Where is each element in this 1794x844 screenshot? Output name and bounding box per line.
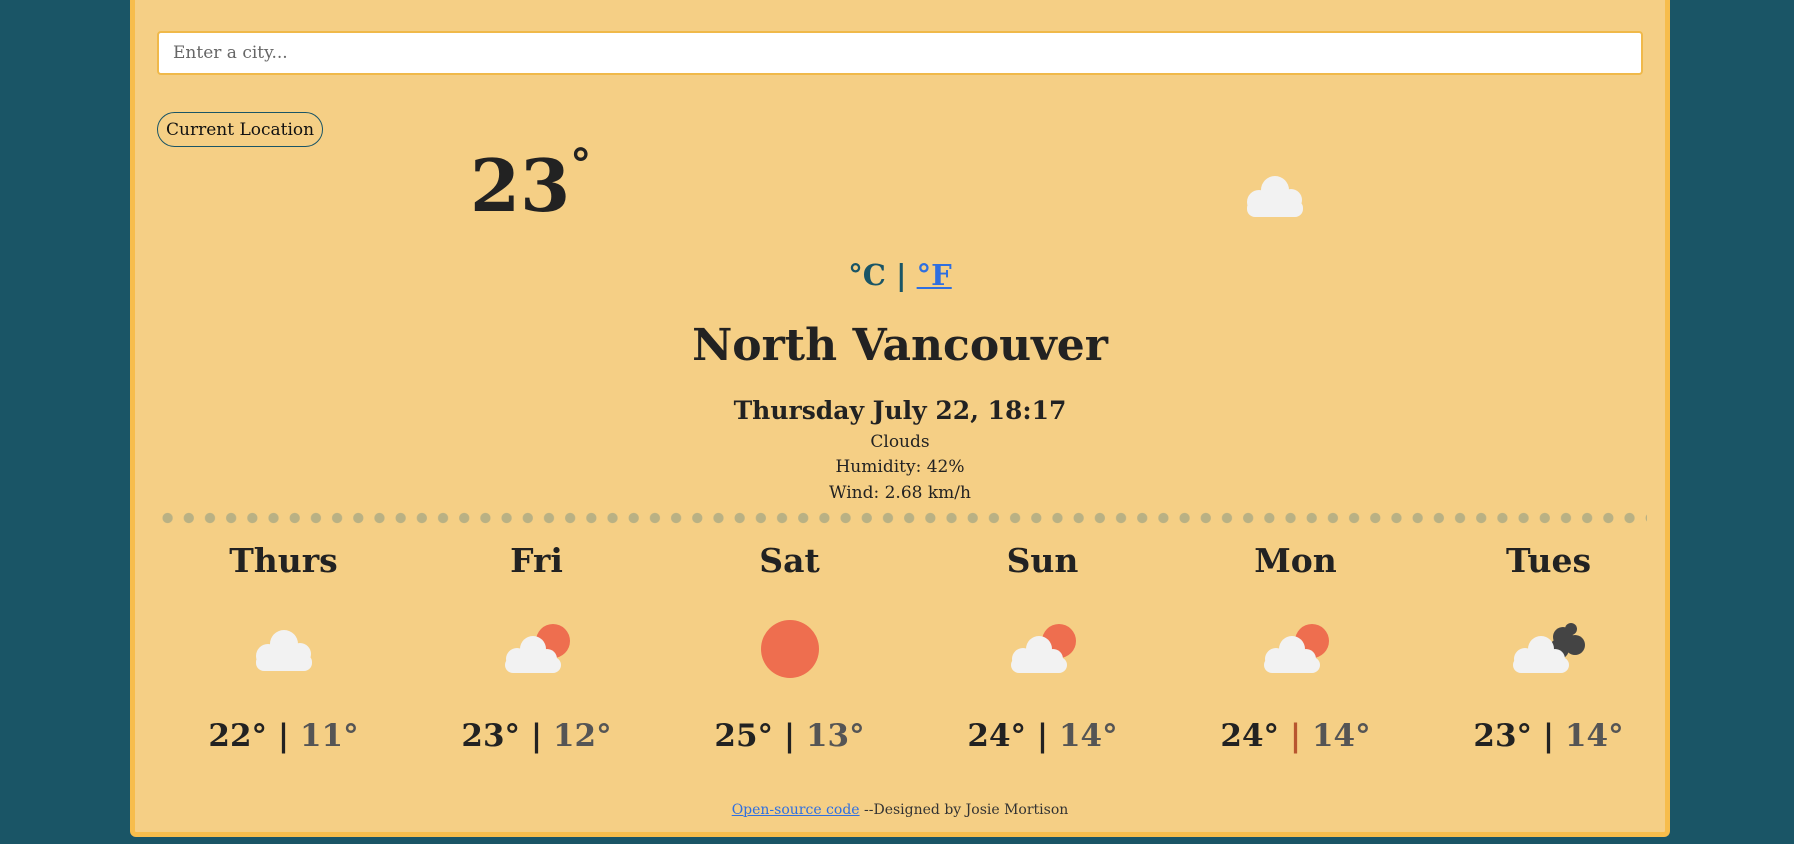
- city-search-input[interactable]: [157, 31, 1643, 75]
- forecast-low: 11°: [299, 718, 359, 754]
- cloud-icon: [157, 604, 410, 694]
- temp-separator: |: [1289, 718, 1302, 754]
- weather-description: Clouds: [870, 432, 930, 452]
- forecast-day: Mon 24° | 14°: [1169, 538, 1422, 754]
- forecast-high: 24°: [1220, 718, 1280, 754]
- temp-separator: |: [783, 718, 796, 754]
- forecast-low: 14°: [1564, 718, 1624, 754]
- temp-separator: |: [1542, 718, 1555, 754]
- forecast-high: 22°: [208, 718, 268, 754]
- forecast-temps: 24° | 14°: [916, 718, 1169, 754]
- forecast-temps: 25° | 13°: [663, 718, 916, 754]
- forecast-day-name: Tues: [1505, 541, 1592, 580]
- weather-card: Current Location 23° °C | °F North Vanco…: [130, 0, 1670, 837]
- footer: Open-source code --Designed by Josie Mor…: [135, 802, 1665, 818]
- forecast-day: Fri 23° | 12°: [410, 538, 663, 754]
- current-temperature-value: 23: [470, 143, 571, 228]
- forecast-temps: 22° | 11°: [157, 718, 410, 754]
- forecast-high: 23°: [461, 718, 521, 754]
- current-datetime: Thursday July 22, 18:17: [733, 396, 1067, 425]
- forecast-high: 24°: [967, 718, 1027, 754]
- forecast-temps: 24° | 14°: [1169, 718, 1422, 754]
- partly-sunny-icon: [410, 604, 663, 694]
- unit-toggle: °C | °F: [135, 258, 1665, 292]
- temp-separator: |: [277, 718, 290, 754]
- dotted-divider: [157, 512, 1647, 524]
- forecast-low: 12°: [552, 718, 612, 754]
- forecast-low: 14°: [1311, 718, 1371, 754]
- forecast-day-name: Thurs: [229, 541, 338, 580]
- forecast-day: Tues 23° | 14°: [1422, 538, 1675, 754]
- forecast-temps: 23° | 14°: [1422, 718, 1675, 754]
- temp-separator: |: [530, 718, 543, 754]
- temp-separator: |: [1036, 718, 1049, 754]
- forecast-low: 14°: [1058, 718, 1118, 754]
- partly-sunny-icon: [1169, 604, 1422, 694]
- forecast-day-name: Mon: [1254, 541, 1337, 580]
- forecast-day-name: Sun: [1006, 541, 1079, 580]
- forecast-row: Thurs 22° | 11° Fri 23° | 12° Sat 25° | …: [157, 538, 1677, 754]
- source-code-link[interactable]: Open-source code: [732, 802, 860, 818]
- forecast-day-name: Sat: [759, 541, 820, 580]
- current-location-button[interactable]: Current Location: [157, 112, 324, 147]
- designer-credit: --Designed by Josie Mortison: [859, 802, 1069, 818]
- city-name: North Vancouver: [692, 320, 1108, 371]
- unit-separator: |: [895, 258, 907, 292]
- celsius-unit: °C: [848, 258, 886, 292]
- partly-sunny-icon: [916, 604, 1169, 694]
- cloud-icon: [1239, 172, 1311, 222]
- forecast-temps: 23° | 12°: [410, 718, 663, 754]
- forecast-day: Thurs 22° | 11°: [157, 538, 410, 754]
- forecast-day-name: Fri: [510, 541, 563, 580]
- humidity: Humidity: 42%: [835, 457, 965, 477]
- forecast-high: 23°: [1473, 718, 1533, 754]
- forecast-high: 25°: [714, 718, 774, 754]
- dark-clouds-icon: [1422, 604, 1675, 694]
- wind-speed: Wind: 2.68 km/h: [829, 483, 971, 503]
- degree-symbol: °: [570, 140, 592, 189]
- forecast-day: Sun 24° | 14°: [916, 538, 1169, 754]
- current-temperature: 23°: [470, 144, 591, 222]
- sun-icon: [663, 604, 916, 694]
- forecast-low: 13°: [805, 718, 865, 754]
- fahrenheit-link[interactable]: °F: [917, 258, 952, 292]
- forecast-day: Sat 25° | 13°: [663, 538, 916, 754]
